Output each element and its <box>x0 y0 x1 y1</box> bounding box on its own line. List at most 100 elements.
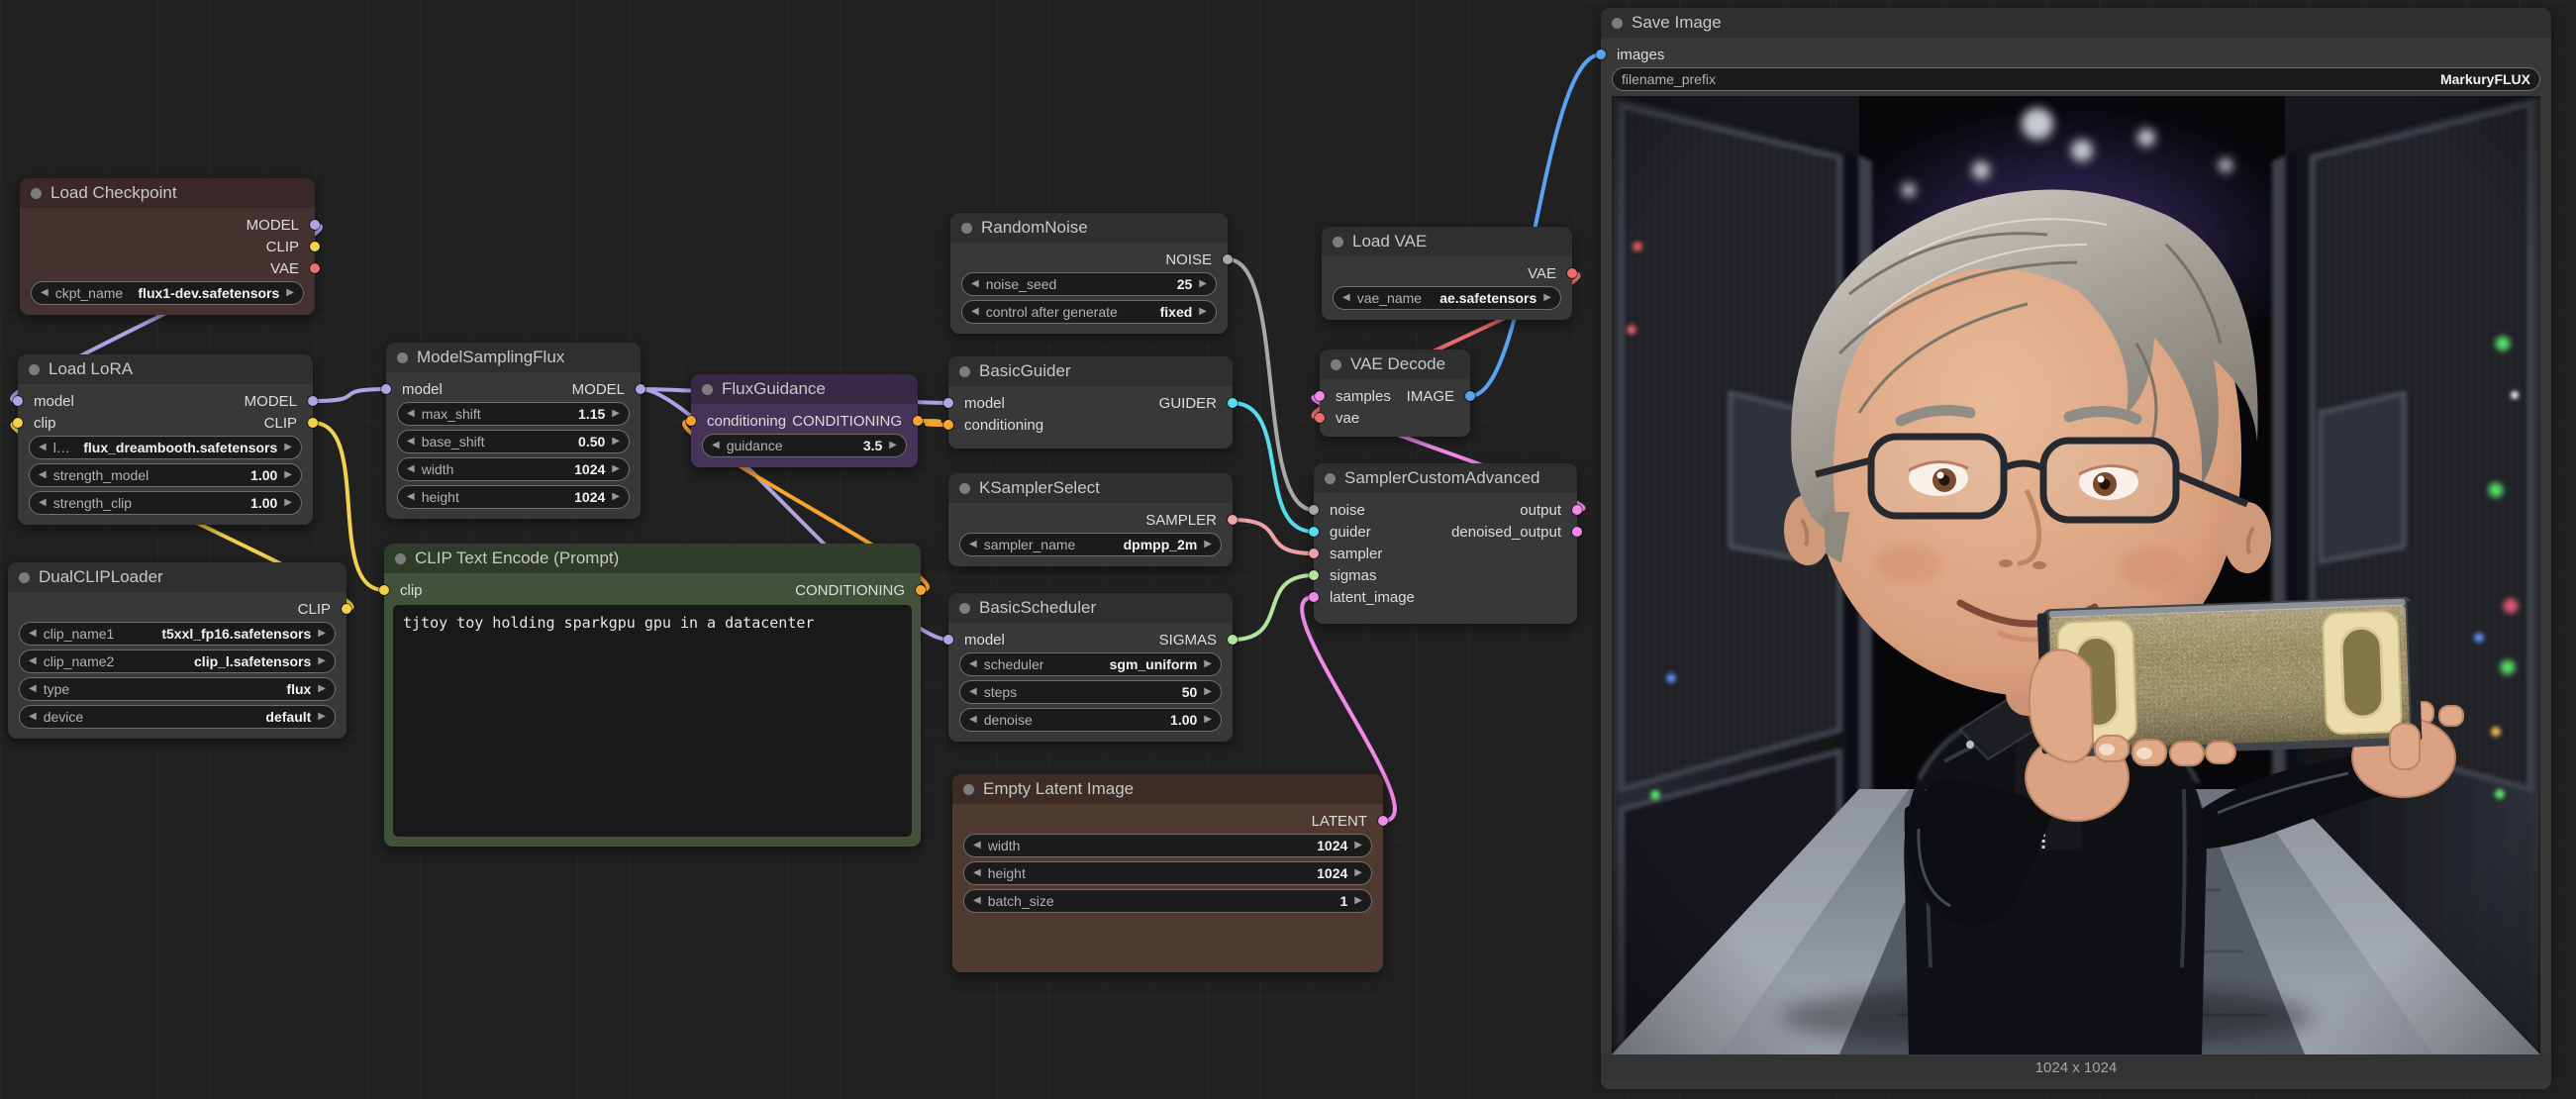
collapse-dot[interactable] <box>1325 473 1336 484</box>
widget-guidance[interactable]: ◀guidance3.5▶ <box>702 434 907 457</box>
collapse-dot[interactable] <box>395 553 406 564</box>
output-slot-clip[interactable] <box>310 242 320 251</box>
decrement-arrow-icon[interactable]: ◀ <box>407 464 415 474</box>
node-header-samplercustomadvanced[interactable]: SamplerCustomAdvanced <box>1314 463 1577 493</box>
widget-control-after-generate[interactable]: ◀control after generatefixed▶ <box>961 300 1217 324</box>
collapse-dot[interactable] <box>1612 18 1623 29</box>
prompt-textarea[interactable]: tjtoy toy holding sparkgpu gpu in a data… <box>393 605 912 837</box>
node-vae-decode[interactable]: VAE DecodesamplesIMAGEvae <box>1320 350 1470 437</box>
collapse-dot[interactable] <box>702 384 713 395</box>
input-slot-images[interactable] <box>1596 50 1606 59</box>
collapse-dot[interactable] <box>959 603 970 614</box>
output-slot-sampler[interactable] <box>1228 515 1238 525</box>
widget-noise-seed[interactable]: ◀noise_seed25▶ <box>961 272 1217 296</box>
decrement-arrow-icon[interactable]: ◀ <box>407 492 415 502</box>
decrement-arrow-icon[interactable]: ◀ <box>29 684 37 694</box>
input-slot-clip[interactable] <box>379 585 389 595</box>
increment-arrow-icon[interactable]: ▶ <box>1354 841 1362 850</box>
increment-arrow-icon[interactable]: ▶ <box>1354 868 1362 878</box>
widget-sampler-name[interactable]: ◀sampler_namedpmpp_2m▶ <box>959 533 1222 556</box>
increment-arrow-icon[interactable]: ▶ <box>318 656 326 666</box>
widget-batch-size[interactable]: ◀batch_size1▶ <box>963 889 1372 913</box>
node-clip-text-encode-prompt[interactable]: CLIP Text Encode (Prompt)clipCONDITIONIN… <box>384 544 921 847</box>
decrement-arrow-icon[interactable]: ◀ <box>407 409 415 419</box>
widget-type[interactable]: ◀typeflux▶ <box>19 677 336 701</box>
decrement-arrow-icon[interactable]: ◀ <box>29 712 37 722</box>
collapse-dot[interactable] <box>397 352 408 363</box>
node-modelsamplingflux[interactable]: ModelSamplingFluxmodelMODEL◀max_shift1.1… <box>386 343 641 519</box>
node-fluxguidance[interactable]: FluxGuidanceconditioningCONDITIONING◀gui… <box>691 374 918 467</box>
increment-arrow-icon[interactable]: ▶ <box>284 470 292 480</box>
collapse-dot[interactable] <box>959 366 970 377</box>
output-slot-output[interactable] <box>1572 505 1582 515</box>
input-slot-clip[interactable] <box>13 418 23 428</box>
increment-arrow-icon[interactable]: ▶ <box>1204 687 1212 697</box>
input-slot-guider[interactable] <box>1309 527 1319 537</box>
output-slot-sigmas[interactable] <box>1228 635 1238 645</box>
node-load-vae[interactable]: Load VAEVAE◀vae_nameae.safetensors▶ <box>1322 227 1572 320</box>
graph-canvas[interactable]: Load CheckpointMODELCLIPVAE◀ckpt_nameflu… <box>0 0 2576 1099</box>
output-slot-conditioning[interactable] <box>916 585 926 595</box>
increment-arrow-icon[interactable]: ▶ <box>286 288 294 298</box>
increment-arrow-icon[interactable]: ▶ <box>1204 715 1212 725</box>
node-header-load-lora[interactable]: Load LoRA <box>18 354 313 384</box>
widget-vae-name[interactable]: ◀vae_nameae.safetensors▶ <box>1333 286 1561 310</box>
node-dualcliploader[interactable]: DualCLIPLoaderCLIP◀clip_name1t5xxl_fp16.… <box>8 562 347 739</box>
collapse-dot[interactable] <box>29 364 40 375</box>
decrement-arrow-icon[interactable]: ◀ <box>712 441 720 450</box>
decrement-arrow-icon[interactable]: ◀ <box>29 656 37 666</box>
output-slot-model[interactable] <box>636 384 645 394</box>
node-header-load-checkpoint[interactable]: Load Checkpoint <box>20 178 315 208</box>
widget-width[interactable]: ◀width1024▶ <box>397 457 630 481</box>
increment-arrow-icon[interactable]: ▶ <box>1543 293 1551 303</box>
node-header-save-image[interactable]: Save Image <box>1601 8 2551 38</box>
node-load-checkpoint[interactable]: Load CheckpointMODELCLIPVAE◀ckpt_nameflu… <box>20 178 315 315</box>
node-load-lora[interactable]: Load LoRAmodelMODELclipCLIP◀lor ...flux_… <box>18 354 313 525</box>
decrement-arrow-icon[interactable]: ◀ <box>969 687 977 697</box>
node-header-ksamplerselect[interactable]: KSamplerSelect <box>948 473 1233 503</box>
increment-arrow-icon[interactable]: ▶ <box>612 409 620 419</box>
output-slot-clip[interactable] <box>342 604 351 614</box>
increment-arrow-icon[interactable]: ▶ <box>1204 540 1212 550</box>
input-slot-model[interactable] <box>381 384 391 394</box>
increment-arrow-icon[interactable]: ▶ <box>1204 659 1212 669</box>
increment-arrow-icon[interactable]: ▶ <box>612 437 620 447</box>
widget-base-shift[interactable]: ◀base_shift0.50▶ <box>397 430 630 453</box>
widget-width[interactable]: ◀width1024▶ <box>963 834 1372 857</box>
output-slot-image[interactable] <box>1465 391 1475 401</box>
collapse-dot[interactable] <box>31 188 42 199</box>
decrement-arrow-icon[interactable]: ◀ <box>41 288 49 298</box>
input-slot-conditioning[interactable] <box>943 420 953 430</box>
increment-arrow-icon[interactable]: ▶ <box>612 464 620 474</box>
decrement-arrow-icon[interactable]: ◀ <box>971 307 979 317</box>
widget-clip-name1[interactable]: ◀clip_name1t5xxl_fp16.safetensors▶ <box>19 622 336 646</box>
input-slot-samples[interactable] <box>1315 391 1325 401</box>
input-slot-model[interactable] <box>943 398 953 408</box>
node-header-dualcliploader[interactable]: DualCLIPLoader <box>8 562 347 592</box>
node-ksamplerselect[interactable]: KSamplerSelectSAMPLER◀sampler_namedpmpp_… <box>948 473 1233 566</box>
node-header-empty-latent-image[interactable]: Empty Latent Image <box>952 774 1383 804</box>
node-header-fluxguidance[interactable]: FluxGuidance <box>691 374 918 404</box>
widget-height[interactable]: ◀height1024▶ <box>963 861 1372 885</box>
output-slot-model[interactable] <box>308 396 318 406</box>
decrement-arrow-icon[interactable]: ◀ <box>973 896 981 906</box>
widget-device[interactable]: ◀devicedefault▶ <box>19 705 336 729</box>
output-slot-latent[interactable] <box>1378 816 1388 826</box>
widget-strength-model[interactable]: ◀strength_model1.00▶ <box>29 463 302 487</box>
decrement-arrow-icon[interactable]: ◀ <box>407 437 415 447</box>
output-slot-noise[interactable] <box>1223 254 1233 264</box>
node-save-image[interactable]: Save Image images filename_prefix Markur… <box>1601 8 2551 1079</box>
widget-filename-prefix[interactable]: filename_prefix MarkuryFLUX <box>1612 67 2540 91</box>
widget-strength-clip[interactable]: ◀strength_clip1.00▶ <box>29 491 302 515</box>
decrement-arrow-icon[interactable]: ◀ <box>971 279 979 289</box>
decrement-arrow-icon[interactable]: ◀ <box>969 715 977 725</box>
output-slot-model[interactable] <box>310 220 320 230</box>
widget-height[interactable]: ◀height1024▶ <box>397 485 630 509</box>
node-header-clip-text-encode-prompt[interactable]: CLIP Text Encode (Prompt) <box>384 544 921 573</box>
node-header-basicscheduler[interactable]: BasicScheduler <box>948 593 1233 623</box>
input-slot-model[interactable] <box>13 396 23 406</box>
increment-arrow-icon[interactable]: ▶ <box>318 629 326 639</box>
node-header-vae-decode[interactable]: VAE Decode <box>1320 350 1470 379</box>
collapse-dot[interactable] <box>1331 359 1341 370</box>
node-empty-latent-image[interactable]: Empty Latent ImageLATENT◀width1024▶◀heig… <box>952 774 1383 972</box>
